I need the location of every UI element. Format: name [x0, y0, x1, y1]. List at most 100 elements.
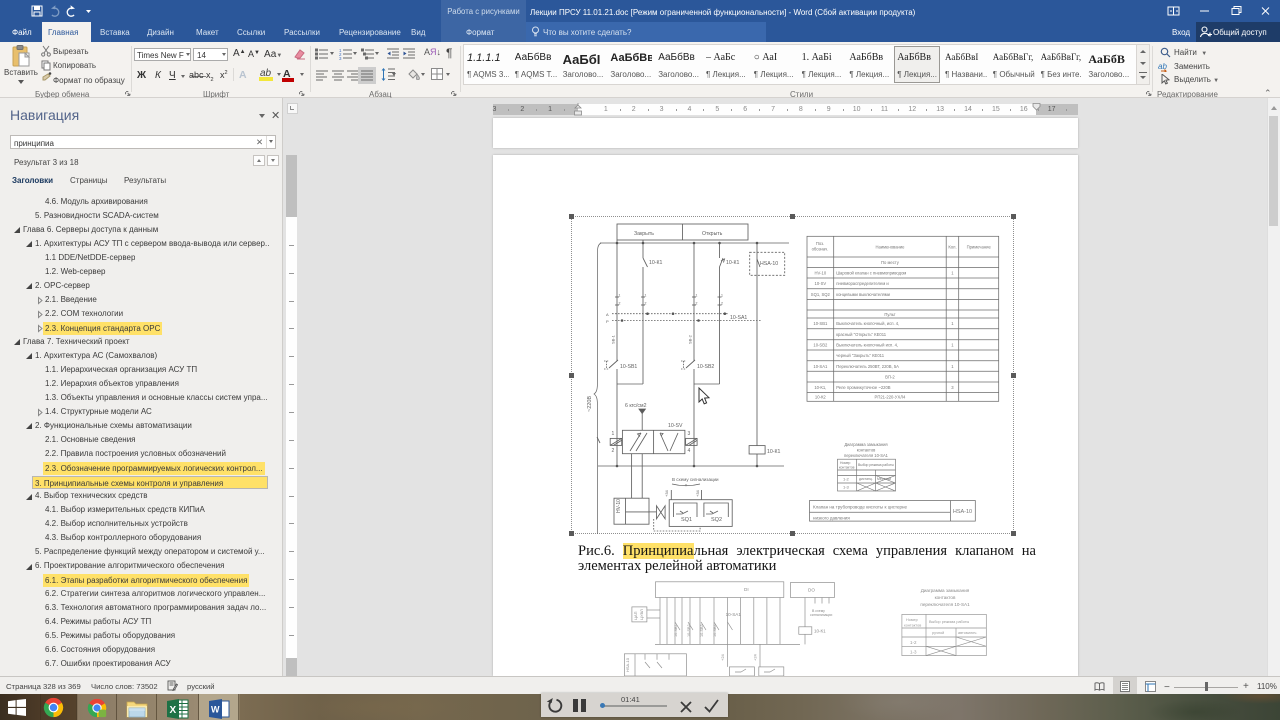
svg-text:3: 3 [339, 56, 342, 60]
svg-text:автоматич.: автоматич. [958, 631, 977, 635]
svg-text:+24: +24 [753, 653, 758, 661]
svg-text:ЦАП: ЦАП [633, 611, 638, 620]
svg-text:10-К1: 10-К1 [649, 260, 663, 266]
svg-text:HSA-10: HSA-10 [625, 657, 630, 672]
svg-text:красный "Открыть" КЕ011: красный "Открыть" КЕ011 [836, 332, 887, 337]
svg-text:X: X [170, 705, 177, 716]
svg-text:1: 1 [612, 431, 615, 437]
svg-text:SB-1: SB-1 [611, 334, 616, 344]
svg-text:Наименование: Наименование [875, 245, 905, 250]
svg-text:Примечание: Примечание [967, 245, 992, 250]
svg-text:1-2: 1-2 [843, 477, 850, 482]
svg-text:10-SB1: 10-SB1 [620, 364, 637, 370]
svg-text:10-SA1: 10-SA1 [813, 364, 828, 369]
svg-text:10-SB3: 10-SB3 [700, 624, 704, 637]
svg-text:1: 1 [951, 343, 954, 348]
svg-text:Открыть: Открыть [702, 231, 723, 237]
svg-text:ab: ab [1158, 62, 1167, 71]
svg-text:10-SB2: 10-SB2 [697, 364, 714, 370]
svg-text:~220В: ~220В [587, 396, 593, 412]
svg-text:2: 2 [619, 302, 621, 306]
svg-text:А: А [606, 312, 609, 317]
svg-text:1: 1 [619, 294, 621, 298]
svg-text:1: 1 [721, 294, 723, 298]
svg-text:Номер: Номер [840, 461, 851, 465]
svg-text:2: 2 [645, 302, 647, 306]
svg-text:переключателя 10-SA1: переключателя 10-SA1 [920, 602, 970, 607]
svg-text:переключателя 10-SA1: переключателя 10-SA1 [844, 453, 889, 458]
svg-text:Местный: Местный [877, 477, 891, 481]
svg-text:SQ1: SQ1 [681, 517, 692, 523]
svg-text:В схему сигнализации: В схему сигнализации [672, 477, 719, 482]
svg-text:Клапан на трубопроводе кисл: Клапан на трубопроводе кислоты к цистерн… [813, 505, 908, 510]
svg-text:2: 2 [612, 448, 615, 454]
svg-text:HV-10: HV-10 [616, 499, 622, 513]
svg-text:1: 1 [951, 321, 954, 326]
svg-text:ВП-2: ВП-2 [885, 374, 895, 379]
svg-text:10-К1,: 10-К1, [814, 385, 826, 390]
svg-text:Переключатель 250ВТ, 220В,: Переключатель 250ВТ, 220В, 5А [836, 364, 899, 369]
svg-text:контактов: контактов [935, 595, 956, 600]
svg-text:ручной: ручной [932, 631, 944, 635]
svg-text:W: W [211, 705, 220, 715]
svg-text:10-SV: 10-SV [668, 423, 683, 429]
svg-text:Закрыть: Закрыть [634, 231, 654, 237]
svg-text:Диаграмма замыкания: Диаграмма замыкания [844, 442, 887, 447]
svg-text:концевыми выключателями: концевыми выключателями [836, 292, 890, 297]
svg-text:Диаграмма замыкания: Диаграмма замыкания [921, 588, 970, 593]
svg-text:SB-2: SB-2 [688, 334, 693, 344]
svg-text:DI: DI [744, 587, 749, 592]
svg-text:Выбор режима работы: Выбор режима работы [858, 463, 894, 467]
svg-text:Реле промежуточное ~220В: Реле промежуточное ~220В [836, 385, 891, 390]
svg-text:контактов: контактов [857, 448, 876, 453]
svg-text:1: 1 [696, 294, 698, 298]
svg-text:10-SB1: 10-SB1 [674, 624, 678, 637]
svg-text:+34: +34 [664, 489, 669, 497]
svg-text:10-SB2: 10-SB2 [687, 624, 691, 637]
svg-text:Выбор режима работы: Выбор режима работы [929, 620, 969, 624]
svg-text:+24: +24 [720, 653, 725, 661]
svg-text:РП21-220-УХЛ4: РП21-220-УХЛ4 [875, 395, 906, 400]
svg-text:контактов: контактов [904, 624, 921, 628]
svg-text:пневмораспределителем и: пневмораспределителем и [836, 281, 889, 286]
svg-text:10-SV: 10-SV [815, 281, 827, 286]
svg-text:3: 3 [951, 385, 954, 390]
svg-text:Выключатель кнопочный, исп. 4,: Выключатель кнопочный, исп. 4, [836, 321, 899, 326]
svg-text:1-3: 1-3 [910, 650, 917, 655]
svg-text:SQ2: SQ2 [711, 517, 722, 523]
svg-text:2: 2 [696, 302, 698, 306]
svg-text:DO: DO [808, 588, 815, 593]
svg-text:SQ1, SQ2: SQ1, SQ2 [811, 292, 831, 297]
svg-text:Кол.: Кол. [948, 245, 956, 250]
svg-text:1-3: 1-3 [843, 485, 850, 490]
svg-text:По месту: По месту [881, 260, 900, 265]
svg-text:2: 2 [721, 302, 723, 306]
svg-text:низкого давления: низкого давления [813, 516, 850, 521]
svg-text:1-2: 1-2 [910, 640, 917, 645]
svg-text:10-К1: 10-К1 [726, 260, 740, 266]
svg-text:3: 3 [688, 431, 691, 437]
svg-text:10-К2: 10-К2 [815, 395, 826, 400]
svg-text:1: 1 [645, 294, 647, 298]
svg-text:1: 1 [951, 364, 954, 369]
svg-text:Поз.: Поз. [816, 241, 824, 246]
svg-text:1: 1 [951, 271, 954, 276]
svg-text:4: 4 [688, 448, 691, 454]
svg-text:сигнализации: сигнализации [810, 613, 832, 617]
svg-text:Номер: Номер [906, 618, 918, 622]
svg-text:6 кгс/см2: 6 кгс/см2 [625, 403, 647, 409]
svg-text:10-SB1: 10-SB1 [813, 321, 828, 326]
svg-text:черный "Закрыть" КЕ011: черный "Закрыть" КЕ011 [836, 353, 885, 358]
svg-text:дистанц.: дистанц. [859, 477, 873, 481]
svg-text:10-SA1: 10-SA1 [726, 612, 742, 617]
svg-text:ЦУВЛ: ЦУВЛ [639, 609, 644, 620]
svg-text:10-SB2: 10-SB2 [813, 343, 828, 348]
svg-text:HV-10: HV-10 [815, 271, 827, 276]
svg-text:обознач.: обознач. [812, 247, 829, 252]
svg-text:контактов: контактов [839, 466, 855, 470]
svg-text:10-SA1: 10-SA1 [730, 315, 747, 321]
svg-text:+34: +34 [695, 489, 700, 497]
svg-text:Шаровой клапан с пневмоприводо: Шаровой клапан с пневмоприводом [836, 271, 906, 276]
svg-text:Выключатель кнопочный исп. 4,: Выключатель кнопочный исп. 4, [836, 343, 898, 348]
svg-text:Р: Р [606, 319, 609, 324]
